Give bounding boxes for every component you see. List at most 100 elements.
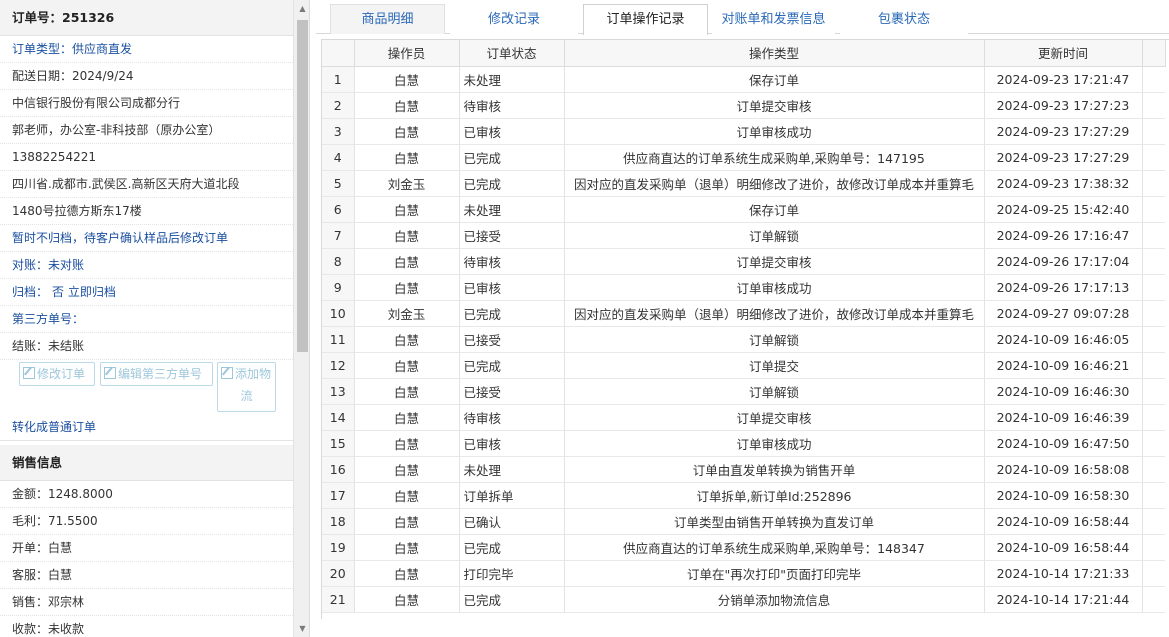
address-line-1: 四川省.成都市.武侯区.高新区天府大道北段 (0, 171, 293, 198)
row-index: 10 (322, 300, 355, 327)
operation-type-text: 保存订单 (748, 202, 799, 218)
row-index: 18 (322, 508, 355, 535)
operator-cell: 白慧 (354, 274, 460, 301)
status-cell: 未处理 (459, 66, 565, 93)
scroll-up-arrow-icon[interactable]: ▲ (294, 0, 309, 17)
row-index: 1 (322, 66, 355, 93)
operation-type-cell: 订单审核成功 (564, 274, 985, 301)
table-row[interactable]: 18 白慧 已确认 订单类型由销售开单转换为直发订单 2024-10-09 16:58:… (322, 508, 1165, 535)
header-operation-type[interactable]: 操作类型 (564, 40, 985, 67)
table-row[interactable]: 2 白慧 待审核 订单提交审核 2024-09-23 17:27:23 (322, 92, 1165, 119)
modify-order-label: 修改订单 (37, 367, 86, 381)
table-row[interactable]: 8 白慧 待审核 订单提交审核 2024-09-26 17:17:04 (322, 248, 1165, 275)
operation-type-cell: 订单类型由销售开单转换为直发订单 (564, 508, 985, 535)
update-time-cell: 2024-10-09 16:46:39 (984, 404, 1143, 431)
table-row[interactable]: 12 白慧 已完成 订单提交 2024-10-09 16:46:21 (322, 352, 1165, 379)
row-index: 13 (322, 378, 355, 405)
update-time-cell: 2024-09-26 17:17:04 (984, 248, 1143, 275)
row-spacer (1142, 430, 1165, 457)
update-time-cell: 2024-09-23 17:27:23 (984, 92, 1143, 119)
header-operator[interactable]: 操作员 (354, 40, 460, 67)
left-scrollbar[interactable]: ▲ ▼ (293, 0, 309, 637)
status-cell: 已完成 (459, 144, 565, 171)
address-line-2: 1480号拉德方斯东17楼 (0, 198, 293, 225)
operator-cell: 白慧 (354, 508, 460, 535)
row-spacer (1142, 482, 1165, 509)
table-row[interactable]: 16 白慧 未处理 订单由直发单转换为销售开单 2024-10-09 16:58:08 (322, 456, 1165, 483)
status-cell: 已审核 (459, 274, 565, 301)
add-logistics-label: 添加物 (235, 367, 272, 381)
sales-salesman: 销售：邓宗林 (0, 589, 293, 616)
header-index (322, 40, 355, 67)
tab-package-status[interactable]: 包裹状态 (840, 4, 968, 34)
tab-modify-records[interactable]: 修改记录 (450, 4, 578, 34)
table-row[interactable]: 19 白慧 已完成 供应商直达的订单系统生成采购单,采购单号：148347 2024-1… (322, 534, 1165, 561)
tab-product-details[interactable]: 商品明细 (330, 4, 445, 34)
update-time-cell: 2024-09-23 17:27:29 (984, 118, 1143, 145)
table-row[interactable]: 13 白慧 已接受 订单解锁 2024-10-09 16:46:30 (322, 378, 1165, 405)
table-row[interactable]: 4 白慧 已完成 供应商直达的订单系统生成采购单,采购单号：147195 2024-09… (322, 144, 1165, 171)
row-spacer (1142, 170, 1165, 197)
archive-now-link[interactable]: 否 立即归档 (52, 285, 116, 299)
table-row[interactable]: 7 白慧 已接受 订单解锁 2024-09-26 17:16:47 (322, 222, 1165, 249)
order-number-header: 订单号：251326 (0, 0, 293, 36)
header-update-time[interactable]: 更新时间 (984, 40, 1143, 67)
row-spacer (1142, 248, 1165, 275)
table-row[interactable]: 21 白慧 已完成 分销单添加物流信息 2024-10-14 17:21:44 (322, 586, 1165, 613)
order-info-panel: 订单号：251326 订单类型：供应商直发 配送日期：2024/9/24 中信银… (0, 0, 310, 637)
operation-type-cell: 订单解锁 (564, 222, 985, 249)
order-type: 订单类型：供应商直发 (0, 36, 293, 63)
operator-cell: 白慧 (354, 118, 460, 145)
update-time-cell: 2024-10-14 17:21:33 (984, 560, 1143, 587)
modify-order-button[interactable]: 修改订单 (19, 362, 95, 386)
table-header-row: 操作员 订单状态 操作类型 更新时间 (322, 40, 1166, 67)
update-time-cell: 2024-10-09 16:46:05 (984, 326, 1143, 353)
add-logistics-button[interactable]: 添加物流 (217, 362, 276, 412)
row-spacer (1142, 326, 1165, 353)
update-time-cell: 2024-10-09 16:46:21 (984, 352, 1143, 379)
table-row[interactable]: 6 白慧 未处理 保存订单 2024-09-25 15:42:40 (322, 196, 1165, 223)
tab-statement-invoice[interactable]: 对账单和发票信息 (712, 4, 835, 34)
table-row[interactable]: 14 白慧 待审核 订单提交审核 2024-10-09 16:46:39 (322, 404, 1165, 431)
row-index: 11 (322, 326, 355, 353)
edit-icon (23, 367, 35, 379)
sales-receipt: 收款：未收款 (0, 616, 293, 637)
row-index: 3 (322, 118, 355, 145)
convert-normal-order-link[interactable]: 转化成普通订单 (0, 414, 293, 441)
row-spacer (1142, 534, 1165, 561)
table-row[interactable]: 3 白慧 已审核 订单审核成功 2024-09-23 17:27:29 (322, 118, 1165, 145)
operator-cell: 白慧 (354, 196, 460, 223)
operator-cell: 白慧 (354, 144, 460, 171)
table-row[interactable]: 20 白慧 打印完毕 订单在"再次打印"页面打印完毕 2024-10-14 17:21:… (322, 560, 1165, 587)
table-row[interactable]: 10 刘金玉 已完成 因对应的直发采购单（退单）明细修改了进价，故修改订单成本并重算毛… (322, 300, 1165, 327)
operation-type-text: 订单在"再次打印"页面打印完毕 (687, 566, 861, 582)
status-cell: 已确认 (459, 508, 565, 535)
table-row[interactable]: 17 白慧 订单拆单 订单拆单,新订单Id:252896 2024-10-09 16:5… (322, 482, 1165, 509)
table-row[interactable]: 1 白慧 未处理 保存订单 2024-09-23 17:21:47 (322, 66, 1165, 93)
operation-type-cell: 订单提交审核 (564, 248, 985, 275)
row-index: 16 (322, 456, 355, 483)
header-order-status[interactable]: 订单状态 (459, 40, 565, 67)
row-index: 8 (322, 248, 355, 275)
row-spacer (1142, 92, 1165, 119)
update-time-cell: 2024-09-23 17:27:29 (984, 144, 1143, 171)
row-index: 9 (322, 274, 355, 301)
table-row[interactable]: 15 白慧 已审核 订单审核成功 2024-10-09 16:47:50 (322, 430, 1165, 457)
operation-type-cell: 分销单添加物流信息 (564, 586, 985, 613)
table-row[interactable]: 9 白慧 已审核 订单审核成功 2024-09-26 17:17:13 (322, 274, 1165, 301)
operation-type-text: 供应商直达的订单系统生成采购单,采购单号：147195 (623, 150, 925, 166)
update-time-cell: 2024-10-09 16:58:30 (984, 482, 1143, 509)
tab-operation-records[interactable]: 订单操作记录 (583, 4, 708, 35)
table-row[interactable]: 5 刘金玉 已完成 因对应的直发采购单（退单）明细修改了进价，故修改订单成本并重算毛 2… (322, 170, 1165, 197)
edit-third-party-button[interactable]: 编辑第三方单号 (100, 362, 213, 386)
update-time-cell: 2024-10-09 16:47:50 (984, 430, 1143, 457)
operator-cell: 白慧 (354, 404, 460, 431)
scroll-down-arrow-icon[interactable]: ▼ (294, 620, 309, 637)
table-row[interactable]: 11 白慧 已接受 订单解锁 2024-10-09 16:46:05 (322, 326, 1165, 353)
operator-cell: 白慧 (354, 456, 460, 483)
delivery-date: 配送日期：2024/9/24 (0, 63, 293, 90)
header-spacer (1142, 40, 1166, 67)
operation-type-text: 订单审核成功 (736, 280, 812, 296)
scroll-thumb[interactable] (297, 20, 308, 352)
operator-cell: 白慧 (354, 326, 460, 353)
